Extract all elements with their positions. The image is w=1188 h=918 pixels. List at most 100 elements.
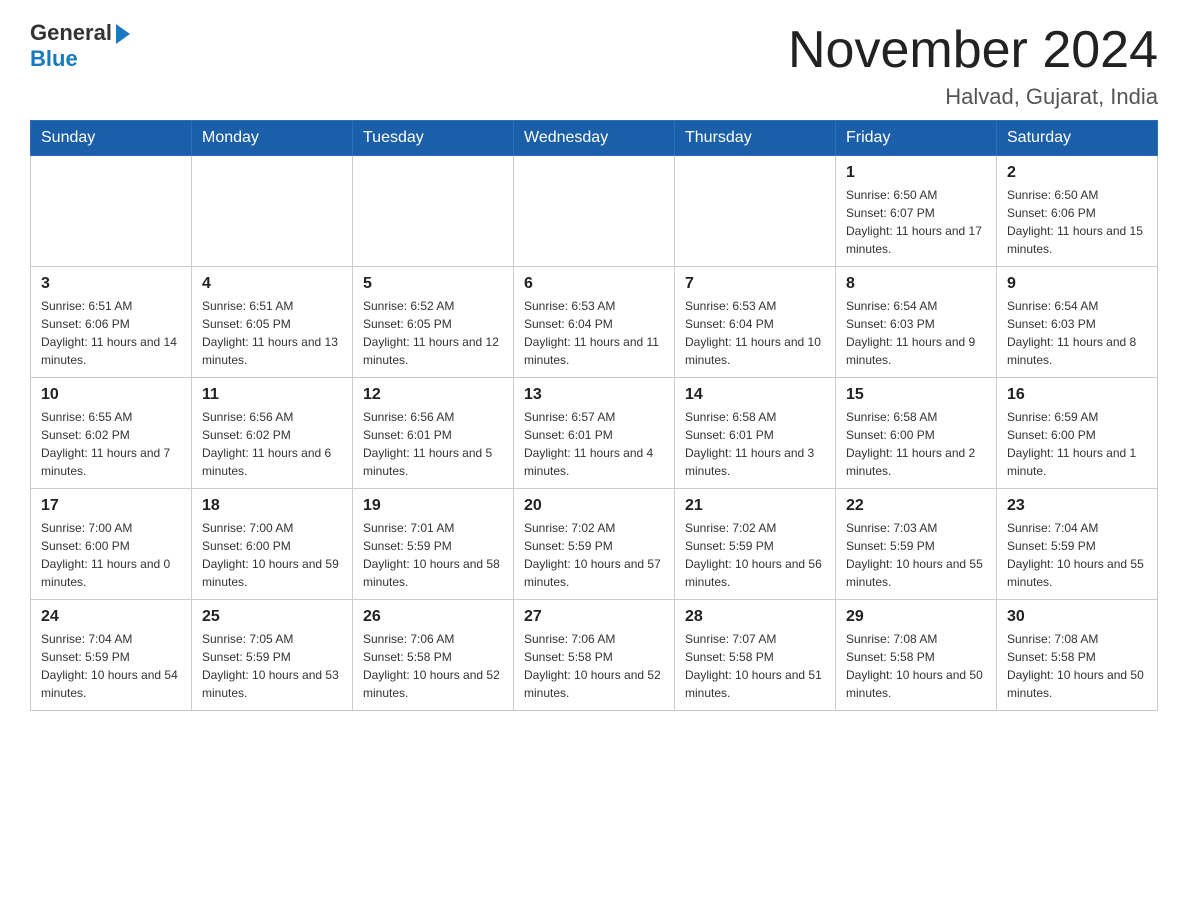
calendar-cell (192, 156, 353, 267)
day-info: Sunrise: 7:06 AMSunset: 5:58 PMDaylight:… (363, 630, 503, 702)
day-info: Sunrise: 7:00 AMSunset: 6:00 PMDaylight:… (41, 519, 181, 591)
logo-blue-text: Blue (30, 46, 78, 72)
day-info: Sunrise: 7:06 AMSunset: 5:58 PMDaylight:… (524, 630, 664, 702)
day-number: 14 (685, 386, 825, 404)
day-number: 10 (41, 386, 181, 404)
day-number: 18 (202, 497, 342, 515)
calendar-cell: 13Sunrise: 6:57 AMSunset: 6:01 PMDayligh… (514, 378, 675, 489)
day-info: Sunrise: 7:01 AMSunset: 5:59 PMDaylight:… (363, 519, 503, 591)
day-number: 5 (363, 275, 503, 293)
day-info: Sunrise: 6:56 AMSunset: 6:02 PMDaylight:… (202, 408, 342, 480)
day-info: Sunrise: 6:54 AMSunset: 6:03 PMDaylight:… (1007, 297, 1147, 369)
calendar-cell (675, 156, 836, 267)
day-info: Sunrise: 7:02 AMSunset: 5:59 PMDaylight:… (524, 519, 664, 591)
day-info: Sunrise: 6:52 AMSunset: 6:05 PMDaylight:… (363, 297, 503, 369)
day-number: 16 (1007, 386, 1147, 404)
day-info: Sunrise: 7:00 AMSunset: 6:00 PMDaylight:… (202, 519, 342, 591)
calendar-cell: 16 Sunrise: 6:59 AMSunset: 6:00 PMDayligh… (997, 378, 1158, 489)
day-number: 27 (524, 608, 664, 626)
calendar-cell: 22 Sunrise: 7:03 AMSunset: 5:59 PMDayligh… (836, 489, 997, 600)
weekday-header-wednesday: Wednesday (514, 121, 675, 156)
day-number: 6 (524, 275, 664, 293)
calendar-cell: 18 Sunrise: 7:00 AMSunset: 6:00 PMDayligh… (192, 489, 353, 600)
day-info: Sunrise: 7:04 AMSunset: 5:59 PMDaylight:… (1007, 519, 1147, 591)
week-row-5: 24 Sunrise: 7:04 AMSunset: 5:59 PMDayligh… (31, 600, 1158, 711)
calendar-cell: 3 Sunrise: 6:51 AMSunset: 6:06 PMDaylight… (31, 267, 192, 378)
logo-arrow-icon (116, 24, 130, 44)
day-number: 2 (1007, 164, 1147, 182)
day-number: 17 (41, 497, 181, 515)
day-info: Sunrise: 7:08 AMSunset: 5:58 PMDaylight:… (846, 630, 986, 702)
calendar-cell: 14 Sunrise: 6:58 AMSunset: 6:01 PMDayligh… (675, 378, 836, 489)
day-number: 22 (846, 497, 986, 515)
day-number: 30 (1007, 608, 1147, 626)
calendar-cell: 27 Sunrise: 7:06 AMSunset: 5:58 PMDayligh… (514, 600, 675, 711)
weekday-header-friday: Friday (836, 121, 997, 156)
day-number: 9 (1007, 275, 1147, 293)
calendar-cell: 21 Sunrise: 7:02 AMSunset: 5:59 PMDayligh… (675, 489, 836, 600)
calendar-cell: 2 Sunrise: 6:50 AMSunset: 6:06 PMDaylight… (997, 156, 1158, 267)
page-header: General Blue November 2024 Halvad, Gujar… (30, 20, 1158, 110)
calendar-subtitle: Halvad, Gujarat, India (788, 84, 1158, 110)
day-number: 26 (363, 608, 503, 626)
day-info: Sunrise: 6:58 AMSunset: 6:01 PMDaylight:… (685, 408, 825, 480)
day-info: Sunrise: 6:53 AMSunset: 6:04 PMDaylight:… (685, 297, 825, 369)
calendar-cell: 29 Sunrise: 7:08 AMSunset: 5:58 PMDayligh… (836, 600, 997, 711)
logo: General Blue (30, 20, 130, 72)
day-info: Sunrise: 7:02 AMSunset: 5:59 PMDaylight:… (685, 519, 825, 591)
calendar-cell: 17 Sunrise: 7:00 AMSunset: 6:00 PMDayligh… (31, 489, 192, 600)
calendar-cell (31, 156, 192, 267)
day-number: 3 (41, 275, 181, 293)
calendar-table: SundayMondayTuesdayWednesdayThursdayFrid… (30, 120, 1158, 711)
day-info: Sunrise: 6:55 AMSunset: 6:02 PMDaylight:… (41, 408, 181, 480)
day-number: 28 (685, 608, 825, 626)
calendar-cell: 4 Sunrise: 6:51 AMSunset: 6:05 PMDaylight… (192, 267, 353, 378)
day-info: Sunrise: 6:58 AMSunset: 6:00 PMDaylight:… (846, 408, 986, 480)
calendar-title: November 2024 (788, 20, 1158, 80)
day-number: 29 (846, 608, 986, 626)
week-row-4: 17 Sunrise: 7:00 AMSunset: 6:00 PMDayligh… (31, 489, 1158, 600)
calendar-cell: 19Sunrise: 7:01 AMSunset: 5:59 PMDayligh… (353, 489, 514, 600)
calendar-cell: 6 Sunrise: 6:53 AMSunset: 6:04 PMDaylight… (514, 267, 675, 378)
day-info: Sunrise: 7:05 AMSunset: 5:59 PMDaylight:… (202, 630, 342, 702)
day-info: Sunrise: 6:53 AMSunset: 6:04 PMDaylight:… (524, 297, 664, 369)
weekday-header-tuesday: Tuesday (353, 121, 514, 156)
week-row-3: 10 Sunrise: 6:55 AMSunset: 6:02 PMDayligh… (31, 378, 1158, 489)
weekday-header-saturday: Saturday (997, 121, 1158, 156)
weekday-header-monday: Monday (192, 121, 353, 156)
day-info: Sunrise: 6:50 AMSunset: 6:07 PMDaylight:… (846, 186, 986, 258)
day-info: Sunrise: 7:08 AMSunset: 5:58 PMDaylight:… (1007, 630, 1147, 702)
day-number: 7 (685, 275, 825, 293)
day-info: Sunrise: 7:04 AMSunset: 5:59 PMDaylight:… (41, 630, 181, 702)
day-number: 24 (41, 608, 181, 626)
calendar-cell: 5 Sunrise: 6:52 AMSunset: 6:05 PMDaylight… (353, 267, 514, 378)
week-row-1: 1Sunrise: 6:50 AMSunset: 6:07 PMDaylight… (31, 156, 1158, 267)
calendar-cell: 12Sunrise: 6:56 AMSunset: 6:01 PMDayligh… (353, 378, 514, 489)
day-number: 25 (202, 608, 342, 626)
weekday-header-row: SundayMondayTuesdayWednesdayThursdayFrid… (31, 121, 1158, 156)
calendar-cell: 24 Sunrise: 7:04 AMSunset: 5:59 PMDayligh… (31, 600, 192, 711)
day-info: Sunrise: 6:50 AMSunset: 6:06 PMDaylight:… (1007, 186, 1147, 258)
calendar-cell (353, 156, 514, 267)
calendar-cell: 11Sunrise: 6:56 AMSunset: 6:02 PMDayligh… (192, 378, 353, 489)
week-row-2: 3 Sunrise: 6:51 AMSunset: 6:06 PMDaylight… (31, 267, 1158, 378)
day-info: Sunrise: 6:54 AMSunset: 6:03 PMDaylight:… (846, 297, 986, 369)
day-number: 4 (202, 275, 342, 293)
calendar-cell: 25 Sunrise: 7:05 AMSunset: 5:59 PMDayligh… (192, 600, 353, 711)
day-info: Sunrise: 7:07 AMSunset: 5:58 PMDaylight:… (685, 630, 825, 702)
weekday-header-sunday: Sunday (31, 121, 192, 156)
day-info: Sunrise: 6:59 AMSunset: 6:00 PMDaylight:… (1007, 408, 1147, 480)
day-info: Sunrise: 6:56 AMSunset: 6:01 PMDaylight:… (363, 408, 503, 480)
day-number: 20 (524, 497, 664, 515)
calendar-cell (514, 156, 675, 267)
day-info: Sunrise: 6:51 AMSunset: 6:06 PMDaylight:… (41, 297, 181, 369)
day-info: Sunrise: 6:51 AMSunset: 6:05 PMDaylight:… (202, 297, 342, 369)
day-number: 8 (846, 275, 986, 293)
day-number: 21 (685, 497, 825, 515)
calendar-cell: 8 Sunrise: 6:54 AMSunset: 6:03 PMDaylight… (836, 267, 997, 378)
calendar-cell: 28 Sunrise: 7:07 AMSunset: 5:58 PMDayligh… (675, 600, 836, 711)
day-number: 23 (1007, 497, 1147, 515)
day-info: Sunrise: 7:03 AMSunset: 5:59 PMDaylight:… (846, 519, 986, 591)
calendar-cell: 26 Sunrise: 7:06 AMSunset: 5:58 PMDayligh… (353, 600, 514, 711)
weekday-header-thursday: Thursday (675, 121, 836, 156)
